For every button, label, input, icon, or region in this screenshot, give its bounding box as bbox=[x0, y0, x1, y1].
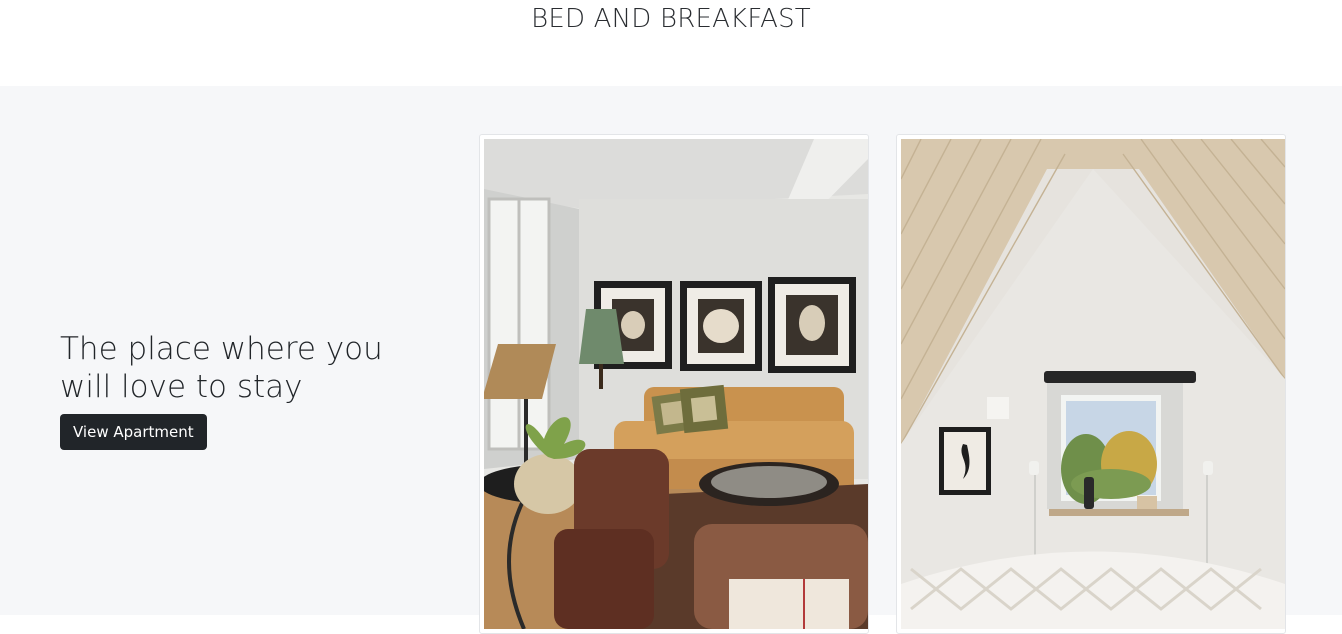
view-apartment-button[interactable]: View Apartment bbox=[60, 414, 207, 450]
apartment-image-card-2[interactable] bbox=[896, 134, 1286, 634]
hero-tagline: The place where you will love to stay bbox=[60, 331, 383, 405]
site-header: BED AND BREAKFAST bbox=[0, 0, 1342, 86]
hero-text-block: The place where you will love to stay Vi… bbox=[60, 330, 440, 450]
living-room-photo bbox=[484, 139, 868, 629]
site-title: BED AND BREAKFAST bbox=[531, 4, 811, 34]
attic-bedroom-photo bbox=[901, 139, 1285, 629]
apartment-image-card-1[interactable] bbox=[479, 134, 869, 634]
hero-section: The place where you will love to stay Vi… bbox=[0, 86, 1342, 634]
